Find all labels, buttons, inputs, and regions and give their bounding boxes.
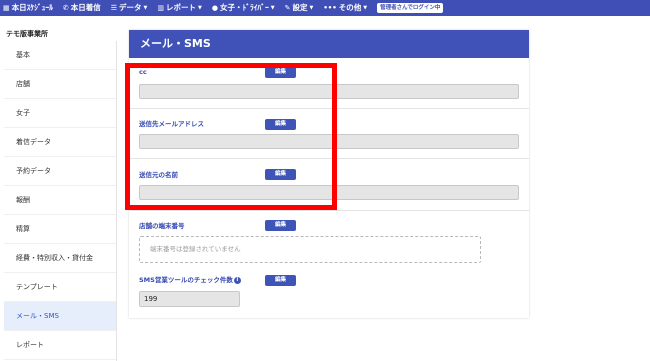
sidebar-item-9[interactable]: メール・SMS [4, 302, 116, 331]
nav-item-6[interactable]: ••• その他 ▼ [323, 0, 367, 16]
calendar-icon: ▦ [3, 4, 10, 12]
nav-item-label: 本日着信 [70, 3, 101, 12]
sms-check-edit-button[interactable]: 編集 [265, 275, 296, 286]
caret-down-icon: ▼ [198, 5, 202, 11]
info-icon[interactable]: i [233, 276, 241, 284]
sender-name-field [139, 185, 519, 200]
sidebar: 基本 店舗 女子 着信データ 予約データ 報酬 精算 経費・特別収入・貸付金 テンプレート メール… [4, 41, 117, 361]
field-row-cc: cc 編集 [129, 58, 529, 109]
store-terminal-empty-state: 端末番号は登録されていません [139, 236, 481, 263]
sidebar-item-8[interactable]: テンプレート [4, 273, 116, 302]
sidebar-item-7[interactable]: 経費・特別収入・貸付金 [4, 244, 116, 273]
nav-item-2[interactable]: ☰ データ ▼ [111, 0, 148, 16]
sender-address-edit-button[interactable]: 編集 [265, 119, 296, 130]
nav-item-4[interactable]: ● 女子・ﾄﾞﾗｲﾊﾞｰ ▼ [212, 0, 275, 16]
mail-sms-panel: メール・SMS cc 編集 送信先メールアドレス 編集 送信元の名前 編集 店舗… [129, 30, 529, 318]
sender-address-field [139, 134, 519, 149]
nav-item-label: レポート [166, 3, 197, 12]
store-terminal-edit-button[interactable]: 編集 [265, 220, 296, 231]
sidebar-item-4[interactable]: 予約データ [4, 157, 116, 186]
caret-down-icon: ▼ [309, 5, 314, 11]
nav-item-0[interactable]: ▦ 本日ｽｹｼﾞｭｰﾙ [3, 0, 53, 16]
caret-down-icon: ▼ [143, 5, 148, 11]
sidebar-item-3[interactable]: 着信データ [4, 128, 116, 157]
top-navbar: ▦ 本日ｽｹｼﾞｭｰﾙ ✆ 本日着信 ☰ データ ▼ ▥ レポート ▼ ● 女子・ﾄﾞﾗｲﾊﾞｰ ▼ ✎ 設… [0, 0, 650, 16]
sidebar-item-0[interactable]: 基本 [4, 41, 116, 70]
store-terminal-label: 店舗の端末番号 [139, 222, 185, 230]
nav-item-label: データ [119, 3, 142, 12]
sender-address-label: 送信先メールアドレス [139, 120, 204, 128]
user-icon: ● [211, 4, 218, 12]
sms-check-label: SMS営業ツールのチェック件数 i [139, 274, 241, 284]
caret-down-icon: ▼ [270, 5, 275, 11]
cc-label: cc [139, 68, 147, 76]
sender-name-edit-button[interactable]: 編集 [265, 169, 296, 180]
nav-item-label: 設定 [292, 3, 308, 12]
sidebar-item-1[interactable]: 店舗 [4, 70, 116, 99]
cc-field [139, 84, 519, 99]
nav-item-1[interactable]: ✆ 本日着信 [63, 0, 101, 16]
nav-item-5[interactable]: ✎ 設定 ▼ [285, 0, 314, 16]
login-status-badge[interactable]: 管理者さんでログイン中 [377, 3, 444, 13]
phone-icon: ✆ [62, 4, 69, 12]
ellipsis-icon: ••• [323, 4, 337, 12]
sms-check-label-text: SMS営業ツールのチェック件数 [139, 276, 233, 284]
nav-item-label: その他 [338, 3, 362, 12]
nav-item-3[interactable]: ▥ レポート ▼ [157, 0, 201, 16]
sms-check-count-field: 199 [139, 291, 240, 307]
chart-icon: ▥ [157, 4, 165, 12]
sidebar-item-2[interactable]: 女子 [4, 99, 116, 128]
office-name: テモ版事業所 [6, 30, 48, 38]
database-icon: ☰ [110, 4, 118, 12]
caret-down-icon: ▼ [363, 5, 368, 11]
field-row-sender-name: 送信元の名前 編集 [129, 159, 529, 211]
sidebar-item-10[interactable]: レポート [4, 331, 116, 360]
sidebar-item-6[interactable]: 精算 [4, 215, 116, 244]
panel-title: メール・SMS [129, 30, 529, 58]
nav-item-label: 本日ｽｹｼﾞｭｰﾙ [11, 3, 53, 12]
cc-edit-button[interactable]: 編集 [265, 67, 296, 78]
sender-name-label: 送信元の名前 [139, 171, 178, 179]
wrench-icon: ✎ [284, 4, 291, 12]
field-row-sender-address: 送信先メールアドレス 編集 [129, 109, 529, 159]
nav-item-label: 女子・ﾄﾞﾗｲﾊﾞｰ [219, 3, 269, 12]
sidebar-item-5[interactable]: 報酬 [4, 186, 116, 215]
